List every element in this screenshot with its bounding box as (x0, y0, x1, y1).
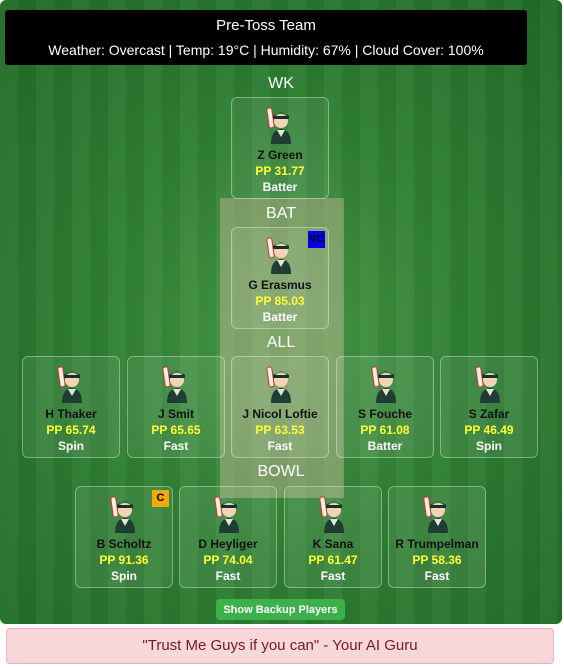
player-card[interactable]: J Nicol Loftie PP 63.53 Fast (231, 356, 329, 458)
vice-captain-badge: VC (308, 231, 325, 248)
player-points: PP 74.04 (203, 553, 253, 567)
team-header: Pre-Toss Team Weather: Overcast | Temp: … (5, 10, 527, 65)
player-avatar-icon (161, 363, 193, 403)
player-avatar-icon (265, 234, 297, 274)
player-points: PP 63.53 (255, 423, 305, 437)
player-avatar-icon (370, 363, 402, 403)
team-title: Pre-Toss Team (216, 17, 316, 34)
player-avatar-icon (265, 104, 297, 144)
player-points: PP 65.74 (46, 423, 96, 437)
captain-badge: C (152, 490, 169, 507)
player-avatar-icon (56, 363, 88, 403)
ai-guru-footer: "Trust Me Guys if you can" - Your AI Gur… (6, 628, 554, 664)
player-role: Fast (320, 569, 346, 583)
player-name: J Nicol Loftie (242, 407, 318, 421)
player-avatar-icon (318, 493, 350, 533)
show-backup-players-button[interactable]: Show Backup Players (216, 599, 345, 620)
player-name: S Zafar (468, 407, 510, 421)
player-card[interactable]: B Scholtz PP 91.36 Spin C (75, 486, 173, 588)
player-name: D Heyliger (198, 537, 258, 551)
player-card[interactable]: S Fouche PP 61.08 Batter (336, 356, 434, 458)
player-role: Batter (262, 310, 298, 324)
player-avatar-icon (213, 493, 245, 533)
player-card[interactable]: R Trumpelman PP 58.36 Fast (388, 486, 486, 588)
player-card[interactable]: J Smit PP 65.65 Fast (127, 356, 225, 458)
weather-info: Weather: Overcast | Temp: 19°C | Humidit… (48, 42, 484, 58)
player-avatar-icon (422, 493, 454, 533)
player-role: Spin (476, 439, 502, 453)
player-role: Fast (267, 439, 293, 453)
player-role: Fast (163, 439, 189, 453)
player-points: PP 31.77 (255, 164, 305, 178)
player-role: Fast (215, 569, 241, 583)
player-points: PP 91.36 (99, 553, 149, 567)
player-card[interactable]: S Zafar PP 46.49 Spin (440, 356, 538, 458)
player-card[interactable]: G Erasmus PP 85.03 Batter VC (231, 227, 329, 329)
player-avatar-icon (265, 363, 297, 403)
player-points: PP 61.47 (308, 553, 358, 567)
player-role: Fast (424, 569, 450, 583)
player-name: B Scholtz (96, 537, 152, 551)
player-name: K Sana (312, 537, 354, 551)
player-name: R Trumpelman (395, 537, 479, 551)
team-field: Pre-Toss Team Weather: Overcast | Temp: … (0, 0, 562, 624)
player-points: PP 61.08 (360, 423, 410, 437)
player-role: Spin (111, 569, 137, 583)
player-points: PP 85.03 (255, 294, 305, 308)
player-name: G Erasmus (248, 278, 312, 292)
player-role: Batter (262, 180, 298, 194)
player-name: J Smit (157, 407, 194, 421)
section-title-bowl: BOWL (257, 463, 305, 480)
player-card[interactable]: H Thaker PP 65.74 Spin (22, 356, 120, 458)
player-role: Spin (58, 439, 84, 453)
player-name: Z Green (257, 148, 303, 162)
player-points: PP 46.49 (464, 423, 514, 437)
player-card[interactable]: Z Green PP 31.77 Batter (231, 97, 329, 199)
section-title-wk: WK (268, 75, 294, 92)
section-title-bat: BAT (266, 205, 296, 222)
player-name: H Thaker (45, 407, 97, 421)
player-role: Batter (367, 439, 403, 453)
section-title-all: ALL (266, 334, 296, 351)
player-avatar-icon (474, 363, 506, 403)
player-points: PP 58.36 (412, 553, 462, 567)
player-avatar-icon (109, 493, 141, 533)
player-card[interactable]: D Heyliger PP 74.04 Fast (179, 486, 277, 588)
player-card[interactable]: K Sana PP 61.47 Fast (284, 486, 382, 588)
player-points: PP 65.65 (151, 423, 201, 437)
player-name: S Fouche (357, 407, 412, 421)
